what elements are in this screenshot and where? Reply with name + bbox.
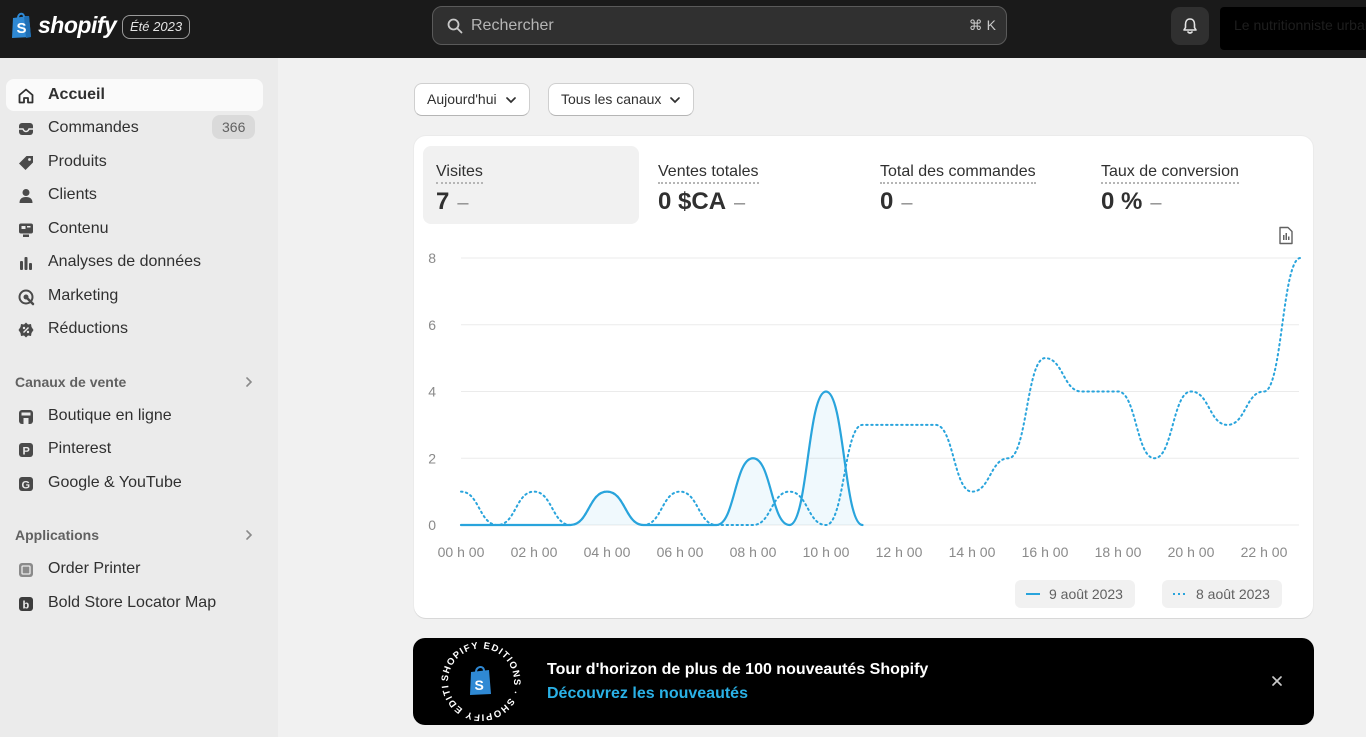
bar-chart-icon [20, 257, 32, 270]
sidebar-item-marketing[interactable]: Marketing [6, 280, 263, 312]
person-icon [19, 189, 33, 203]
y-tick-label: 6 [428, 317, 436, 333]
sidebar-item-label: Analyses de données [48, 253, 201, 270]
x-tick-label: 18 h 00 [1095, 544, 1142, 560]
target-icon [18, 289, 35, 306]
chevron-down-icon [670, 96, 681, 103]
date-filter-button[interactable]: Aujourd'hui [414, 83, 530, 116]
x-tick-label: 08 h 00 [730, 544, 777, 560]
sidebar-item-pinterest[interactable]: P Pinterest [6, 433, 263, 465]
sales-channels-heading[interactable]: Canaux de vente [15, 374, 126, 390]
brand-name: shopify [38, 11, 117, 38]
discount-icon [18, 322, 34, 338]
solid-line-swatch [1026, 593, 1040, 595]
sidebar-item-label: Commandes [48, 119, 139, 136]
sidebar-item-label: Marketing [48, 287, 119, 304]
content-icon [19, 223, 33, 237]
search-bar[interactable]: ⌘ K [432, 6, 1007, 45]
sidebar-item-google[interactable]: G Google & YouTube [6, 467, 263, 499]
channel-filter-label: Tous les canaux [561, 91, 662, 107]
google-icon: G [19, 477, 33, 492]
shopify-bag-icon: S [12, 12, 31, 38]
legend-item-yesterday[interactable]: 8 août 2023 [1162, 580, 1282, 608]
legend-item-today[interactable]: 9 août 2023 [1015, 580, 1135, 608]
svg-text:b: b [23, 600, 30, 612]
y-tick-label: 4 [428, 384, 436, 400]
legend-label: 8 août 2023 [1196, 586, 1270, 602]
svg-text:G: G [22, 480, 31, 492]
shopify-logo[interactable]: S shopify [10, 11, 117, 39]
search-shortcut: ⌘ K [968, 17, 996, 33]
notifications-button[interactable] [1171, 7, 1209, 45]
sidebar-item-label: Contenu [48, 220, 109, 237]
storefront-icon [19, 410, 33, 424]
y-tick-label: 0 [428, 517, 436, 533]
store-menu-button[interactable]: Le nutritionniste urbain [1220, 7, 1366, 50]
dotted-line-swatch [1173, 593, 1187, 595]
printer-app-icon [19, 563, 33, 577]
x-tick-label: 22 h 00 [1241, 544, 1288, 560]
sidebar-item-label: Clients [48, 186, 97, 203]
x-tick-label: 20 h 00 [1168, 544, 1215, 560]
shopify-editions-seal: SHOPIFY EDITIONS · SHOPIFY EDITIONS · S [437, 638, 521, 723]
sidebar-item-label: Réductions [48, 320, 129, 337]
sidebar-item-commandes[interactable]: Commandes 366 [6, 112, 263, 144]
x-tick-label: 12 h 00 [876, 544, 923, 560]
sidebar-item-bold-store-locator[interactable]: b Bold Store Locator Map [6, 587, 263, 619]
editions-banner: SHOPIFY EDITIONS · SHOPIFY EDITIONS · S … [413, 638, 1314, 725]
x-tick-label: 16 h 00 [1022, 544, 1069, 560]
x-tick-label: 10 h 00 [803, 544, 850, 560]
svg-text:P: P [23, 446, 30, 458]
search-input[interactable] [471, 7, 921, 44]
edition-badge[interactable]: Été 2023 [122, 15, 191, 39]
sidebar-item-reductions[interactable]: Réductions [6, 313, 263, 345]
date-filter-label: Aujourd'hui [427, 91, 497, 107]
chevron-right-icon[interactable] [244, 529, 254, 541]
sidebar-item-contenu[interactable]: Contenu [6, 213, 263, 245]
sidebar-item-label: Pinterest [48, 440, 112, 457]
sidebar-item-accueil[interactable]: Accueil [6, 79, 263, 111]
x-tick-label: 14 h 00 [949, 544, 996, 560]
sidebar-item-label: Google & YouTube [48, 474, 182, 491]
top-bar: S shopify Été 2023 ⌘ K Le nutritionniste… [0, 0, 1366, 58]
sidebar-item-label: Order Printer [48, 560, 141, 577]
pinterest-icon: P [19, 443, 33, 458]
bold-app-icon: b [19, 597, 33, 612]
sidebar-item-order-printer[interactable]: Order Printer [6, 553, 263, 585]
svg-text:S: S [17, 20, 27, 37]
chevron-down-icon [505, 96, 516, 103]
analytics-card: Visites 7– Ventes totales 0 $CA – Total d… [414, 136, 1313, 618]
search-icon [447, 18, 463, 34]
store-name: Le nutritionniste urbain [1234, 17, 1366, 33]
sidebar: Accueil Commandes 366 Produits Clients C… [0, 58, 278, 737]
apps-heading[interactable]: Applications [15, 527, 99, 543]
close-icon[interactable] [1270, 674, 1284, 688]
sidebar-item-label: Produits [48, 153, 107, 170]
bell-icon [1183, 18, 1197, 34]
x-tick-label: 04 h 00 [584, 544, 631, 560]
chevron-right-icon[interactable] [244, 376, 254, 388]
orders-count-badge: 366 [212, 115, 256, 139]
sidebar-item-label: Boutique en ligne [48, 407, 172, 424]
home-icon [18, 88, 34, 104]
channel-filter-button[interactable]: Tous les canaux [548, 83, 695, 116]
y-tick-label: 8 [428, 250, 436, 266]
inbox-icon [19, 123, 33, 135]
y-tick-label: 2 [428, 450, 436, 466]
sidebar-item-label: Bold Store Locator Map [48, 594, 217, 611]
sidebar-item-analyses[interactable]: Analyses de données [6, 246, 263, 278]
banner-link[interactable]: Découvrez les nouveautés [547, 685, 748, 703]
sidebar-item-clients[interactable]: Clients [6, 179, 263, 211]
sidebar-item-produits[interactable]: Produits [6, 146, 263, 178]
visits-line-chart: 0 2 4 6 8 00 h 00 02 h 00 04 h 00 06 h 00 08 h 00… [428, 250, 1302, 560]
sidebar-item-boutique[interactable]: Boutique en ligne [6, 400, 263, 432]
svg-text:S: S [475, 677, 484, 693]
legend-label: 9 août 2023 [1049, 586, 1123, 602]
banner-title: Tour d'horizon de plus de 100 nouveautés… [547, 661, 929, 678]
x-tick-label: 00 h 00 [438, 544, 485, 560]
tag-icon [19, 156, 33, 170]
sidebar-item-label: Accueil [48, 86, 105, 103]
x-tick-label: 02 h 00 [511, 544, 558, 560]
x-tick-label: 06 h 00 [657, 544, 704, 560]
